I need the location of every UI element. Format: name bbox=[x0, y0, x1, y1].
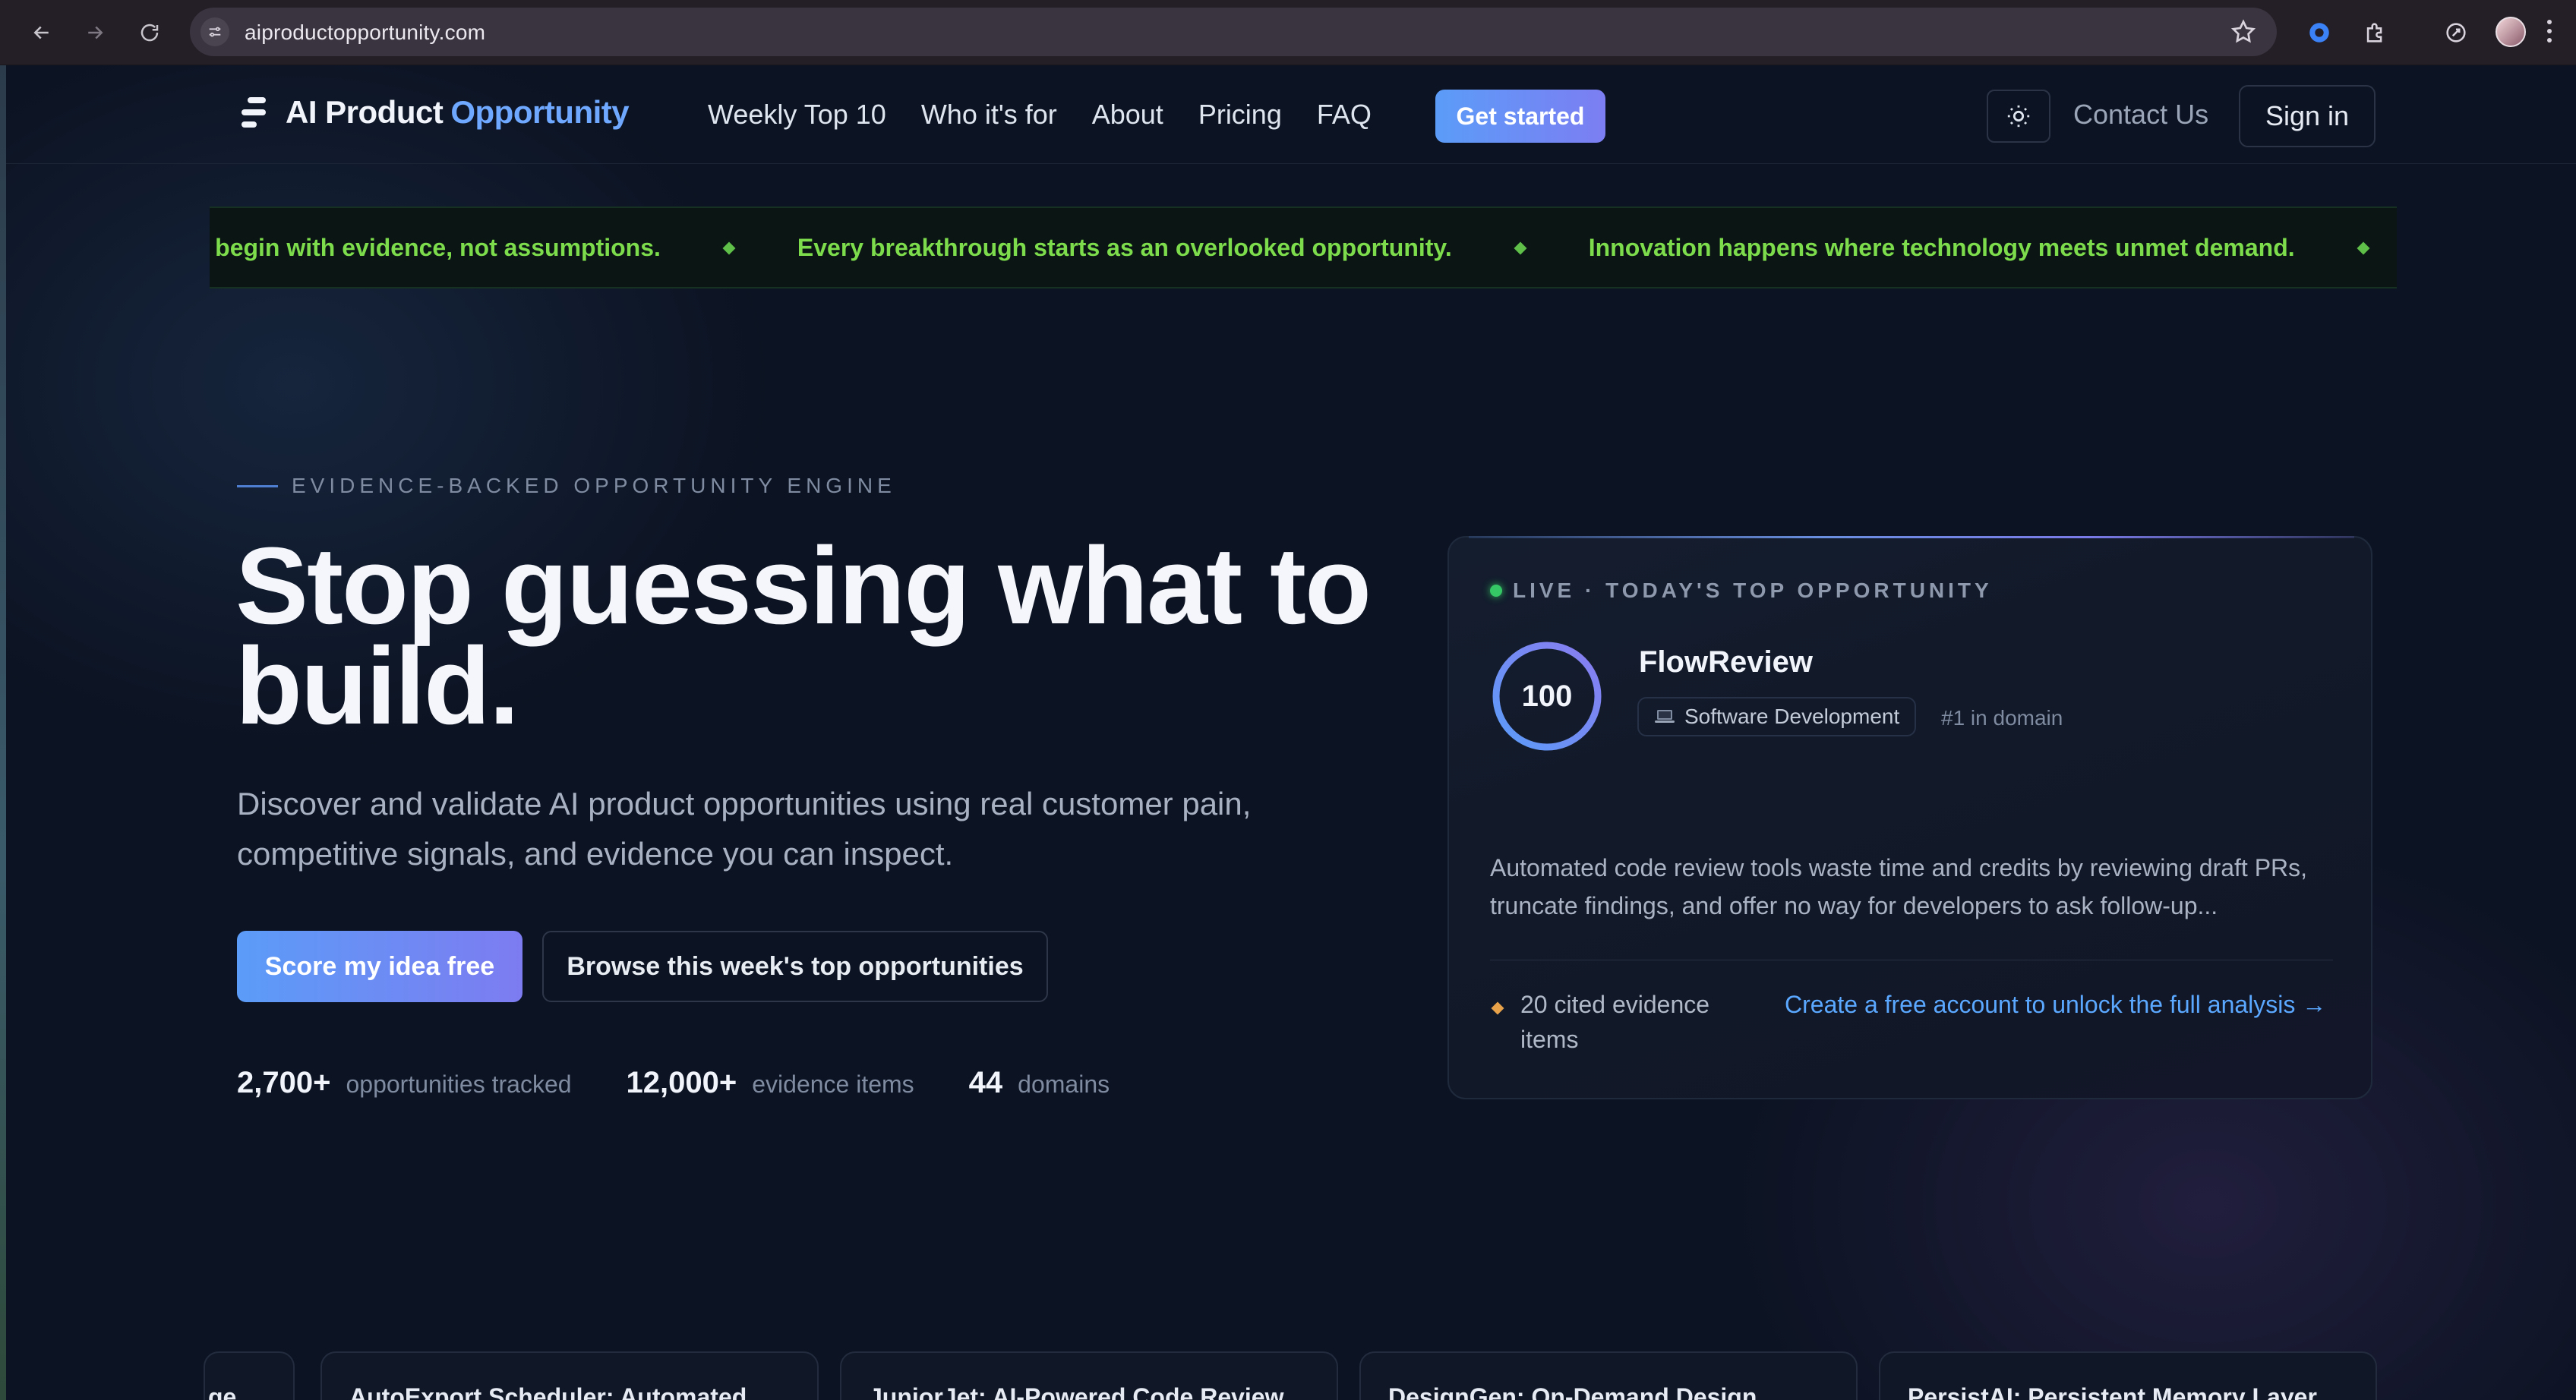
ticker-item: Innovation happens where technology meet… bbox=[1588, 234, 2295, 261]
contact-us-link[interactable]: Contact Us bbox=[2073, 99, 2208, 131]
nav-faq[interactable]: FAQ bbox=[1317, 99, 1372, 131]
page: AI Product Opportunity Weekly Top 10 Who… bbox=[6, 65, 2576, 1400]
reload-icon[interactable] bbox=[132, 15, 167, 50]
quote-ticker: cts begin with evidence, not assumptions… bbox=[210, 207, 2397, 289]
opportunity-card-title: AutoExport Scheduler: Automated Data Exp… bbox=[349, 1383, 747, 1400]
live-header: LIVE · TODAY'S TOP OPPORTUNITY bbox=[1490, 579, 1993, 603]
eyebrow-text: EVIDENCE-BACKED OPPORTUNITY ENGINE bbox=[292, 474, 896, 497]
browser-toolbar: aiproductopportunity.com bbox=[0, 0, 2576, 65]
opportunity-card[interactable]: ge bbox=[204, 1351, 295, 1400]
hero-subtitle: Discover and validate AI product opportu… bbox=[237, 786, 1252, 872]
domain-rank: #1 in domain bbox=[1941, 706, 2063, 730]
site-settings-icon[interactable] bbox=[200, 17, 229, 46]
laptop-icon bbox=[1655, 710, 1675, 723]
opportunity-card-title: DesignGen: On-Demand Design Asset API bbox=[1388, 1383, 1757, 1400]
extension-icon[interactable] bbox=[2303, 16, 2336, 49]
url-text[interactable]: aiproductopportunity.com bbox=[245, 20, 485, 45]
card-accent-line bbox=[1469, 536, 2354, 538]
back-icon[interactable] bbox=[24, 15, 59, 50]
stat-label: evidence items bbox=[752, 1070, 914, 1098]
domain-badge: Software Development bbox=[1637, 697, 1917, 736]
site-logo[interactable]: AI Product Opportunity bbox=[238, 94, 630, 131]
ticker-separator bbox=[2357, 241, 2370, 254]
diamond-icon bbox=[1491, 1001, 1504, 1015]
domain-label: Software Development bbox=[1684, 705, 1900, 728]
desktop-edge bbox=[0, 65, 6, 1400]
ticker-item: cts begin with evidence, not assumptions… bbox=[210, 234, 661, 261]
stat-domains: 44 domains bbox=[969, 1066, 1110, 1100]
logo-mark-icon bbox=[242, 97, 266, 128]
live-indicator-dot bbox=[1490, 585, 1502, 597]
live-header-text: LIVE · TODAY'S TOP OPPORTUNITY bbox=[1513, 579, 1993, 602]
ticker-separator bbox=[1514, 241, 1527, 254]
address-bar[interactable]: aiproductopportunity.com bbox=[190, 8, 2277, 56]
hero-stats: 2,700+ opportunities tracked 12,000+ evi… bbox=[237, 1066, 1164, 1100]
score-idea-button[interactable]: Score my idea free bbox=[237, 931, 522, 1002]
stat-value: 44 bbox=[968, 1066, 1003, 1099]
opportunity-card[interactable]: PersistAI: Persistent Memory Layer for A… bbox=[1879, 1351, 2377, 1400]
bookmark-star-icon[interactable] bbox=[2230, 18, 2257, 46]
stat-value: 2,700+ bbox=[237, 1066, 331, 1099]
sign-in-button[interactable]: Sign in bbox=[2239, 85, 2376, 147]
opportunity-card-title: JuniorJet: AI-Powered Code Review Mentor… bbox=[869, 1383, 1284, 1400]
stat-value: 12,000+ bbox=[626, 1066, 737, 1099]
stat-label: opportunities tracked bbox=[346, 1070, 572, 1098]
extensions-puzzle-icon[interactable] bbox=[2359, 16, 2392, 49]
score-value: 100 bbox=[1521, 679, 1573, 713]
nav-about[interactable]: About bbox=[1092, 99, 1163, 131]
opportunity-card[interactable]: DesignGen: On-Demand Design Asset API bbox=[1359, 1351, 1858, 1400]
live-opportunity-card[interactable]: LIVE · TODAY'S TOP OPPORTUNITY 100 FlowR… bbox=[1447, 536, 2372, 1099]
unlock-analysis-link[interactable]: Create a free account to unlock the full… bbox=[1785, 987, 2331, 1022]
opportunity-description: Automated code review tools waste time a… bbox=[1490, 854, 2308, 919]
opportunity-name[interactable]: FlowReview bbox=[1639, 645, 1813, 680]
main-nav: Weekly Top 10 Who it's for About Pricing… bbox=[708, 99, 1406, 131]
ticker-item: Every breakthrough starts as an overlook… bbox=[797, 234, 1452, 261]
evidence-count: 20 cited evidence items bbox=[1491, 987, 1771, 1057]
get-started-button[interactable]: Get started bbox=[1435, 90, 1605, 143]
nav-who-its-for[interactable]: Who it's for bbox=[921, 99, 1057, 131]
evidence-text: 20 cited evidence items bbox=[1520, 991, 1710, 1053]
eyebrow-line bbox=[237, 484, 278, 487]
stat-label: domains bbox=[1018, 1070, 1110, 1098]
opportunity-card[interactable]: AutoExport Scheduler: Automated Data Exp… bbox=[320, 1351, 819, 1400]
ticker-separator bbox=[722, 241, 736, 254]
stat-evidence: 12,000+ evidence items bbox=[627, 1066, 914, 1100]
opportunity-card-title: PersistAI: Persistent Memory Layer for A… bbox=[1908, 1383, 2317, 1400]
site-header: AI Product Opportunity Weekly Top 10 Who… bbox=[6, 65, 2576, 164]
sun-icon bbox=[2007, 105, 2030, 128]
menu-kebab-icon[interactable] bbox=[2546, 17, 2553, 47]
browse-opportunities-button[interactable]: Browse this week's top opportunities bbox=[542, 931, 1048, 1002]
theme-toggle-button[interactable] bbox=[1987, 90, 2050, 143]
hero-title: Stop guessing what to build. bbox=[235, 525, 1372, 747]
hero-eyebrow: EVIDENCE-BACKED OPPORTUNITY ENGINE bbox=[237, 474, 896, 498]
stat-opportunities: 2,700+ opportunities tracked bbox=[237, 1066, 572, 1100]
opportunity-card[interactable]: JuniorJet: AI-Powered Code Review Mentor… bbox=[840, 1351, 1338, 1400]
profile-avatar[interactable] bbox=[2496, 17, 2526, 47]
brand-name-accent: Opportunity bbox=[450, 94, 630, 130]
nav-weekly-top-10[interactable]: Weekly Top 10 bbox=[708, 99, 886, 131]
brand-name: AI Product bbox=[286, 94, 444, 130]
performance-icon[interactable] bbox=[2439, 16, 2473, 49]
nav-pricing[interactable]: Pricing bbox=[1198, 99, 1282, 131]
forward-icon[interactable] bbox=[77, 15, 112, 50]
opportunity-card-title: ge bbox=[208, 1383, 237, 1400]
